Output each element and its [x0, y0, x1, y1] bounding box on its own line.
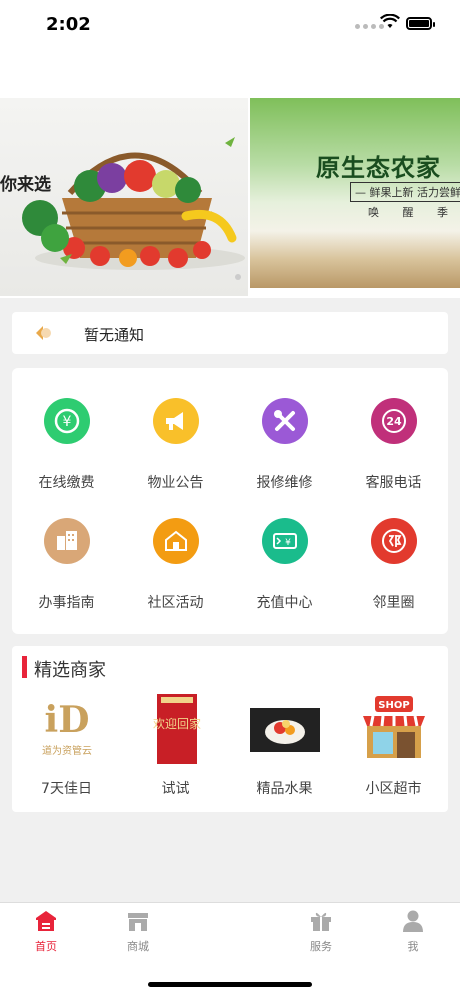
service-label: 办事指南 [38, 595, 95, 611]
tab-label: 首页 [35, 940, 57, 953]
status-time: 2:02 [46, 14, 91, 35]
banner-slide1-text: 你来选 [0, 175, 51, 195]
banner-slide-farm[interactable]: 原生态农家 — 鲜果上新 活力尝鲜 唤 醒 季 / [250, 98, 460, 288]
tab-home[interactable]: 首页 [16, 903, 76, 963]
svg-text:iD: iD [45, 699, 90, 741]
featured-merchants: 精选商家 iD 道为资管云 7天佳日 欢迎回家 试试 精品水果 SHOP 小区超… [12, 646, 448, 812]
buildings-icon [44, 518, 90, 564]
service-repair[interactable]: 报修维修 [230, 368, 339, 491]
community-house-icon [153, 518, 199, 564]
svg-text:¥: ¥ [63, 414, 72, 430]
merchant-logo-text: 道为资管云 [42, 744, 92, 757]
tab-services[interactable]: 服务 [291, 903, 351, 963]
fruit-plate-image [250, 708, 320, 752]
merchant-item[interactable]: SHOP 小区超市 [339, 694, 448, 804]
tab-store[interactable]: 商城 [108, 903, 168, 963]
vegetable-basket-image [22, 137, 245, 270]
banner-slide2-subtitle: — 鲜果上新 活力尝鲜 [350, 182, 460, 202]
service-online-payment[interactable]: ¥ 在线缴费 [12, 368, 121, 491]
notice-bar[interactable]: 暂无通知 [12, 312, 448, 354]
tools-icon [262, 398, 308, 444]
megaphone-icon [153, 398, 199, 444]
service-label: 充值中心 [256, 595, 313, 611]
service-neighbor-circle[interactable]: 邻里圈 [339, 488, 448, 611]
service-recharge[interactable]: ¥ 充值中心 [230, 488, 339, 611]
merchant-item[interactable]: 精品水果 [230, 694, 339, 804]
merchant-label: 试试 [161, 781, 190, 797]
home-icon [36, 911, 56, 931]
tab-label: 我 [407, 940, 419, 953]
banner-carousel[interactable]: 你来选 原生态农家 — 鲜果上新 活力尝鲜 唤 醒 季 / [0, 98, 460, 298]
notice-text: 暂无通知 [84, 326, 145, 344]
section-accent-bar [22, 656, 27, 678]
notice-speaker-icon [36, 326, 51, 340]
service-grid: ¥ 在线缴费 物业公告 报修维修 24 客服电话 办事指南 社区活动 ¥ 充值中… [12, 368, 448, 634]
banner-slide-vegetables[interactable]: 你来选 [0, 98, 248, 296]
merchant-label: 小区超市 [365, 781, 422, 797]
carousel-indicator-dot[interactable] [235, 274, 241, 280]
merchant-logo-text: 欢迎回家 [153, 716, 201, 731]
tab-label: 服务 [310, 940, 332, 953]
status-bar: 2:02 [0, 0, 460, 50]
merchant-welcome-home-image: 欢迎回家 [153, 694, 201, 764]
service-guide[interactable]: 办事指南 [12, 488, 121, 611]
banner-slide2-tagline: 唤 醒 季 / [368, 206, 460, 219]
recharge-card-icon: ¥ [262, 518, 308, 564]
merchant-item[interactable]: iD 道为资管云 7天佳日 [12, 694, 121, 804]
home-indicator [148, 982, 312, 987]
service-community-activity[interactable]: 社区活动 [121, 488, 230, 611]
wifi-icon [380, 14, 400, 28]
payment-icon: ¥ [44, 398, 90, 444]
neighbor-circle-icon [371, 518, 417, 564]
merchant-logo-text: SHOP [378, 700, 409, 711]
merchant-label: 7天佳日 [41, 781, 92, 797]
service-customer-phone[interactable]: 24 客服电话 [339, 368, 448, 491]
merchant-item[interactable]: 欢迎回家 试试 [121, 694, 230, 804]
merchant-logo-d-image: iD 道为资管云 [32, 694, 102, 764]
phone-24-icon: 24 [371, 398, 417, 444]
merchant-label: 精品水果 [256, 781, 313, 797]
merchants-title: 精选商家 [34, 660, 106, 681]
service-label: 邻里圈 [372, 595, 415, 611]
service-property-notice[interactable]: 物业公告 [121, 368, 230, 491]
gift-icon [311, 912, 331, 931]
svg-text:24: 24 [386, 415, 402, 428]
service-label: 社区活动 [147, 595, 204, 611]
battery-icon [406, 17, 435, 30]
svg-text:¥: ¥ [285, 538, 291, 548]
user-icon [403, 910, 423, 932]
store-icon [128, 913, 148, 931]
banner-slide2-title: 原生态农家 [316, 154, 441, 182]
tab-me[interactable]: 我 [383, 903, 443, 963]
tab-label: 商城 [127, 940, 149, 953]
nav-bar [0, 50, 460, 98]
shop-storefront-image: SHOP [363, 696, 425, 758]
